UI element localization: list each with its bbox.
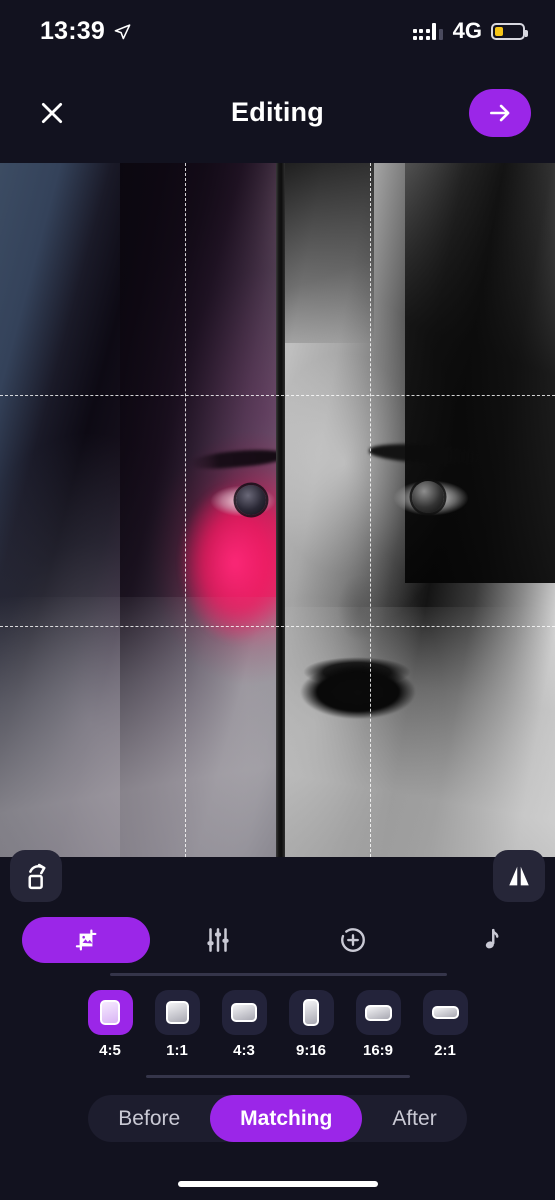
- add-circle-icon: [340, 928, 365, 952]
- ratio-label: 16:9: [362, 1042, 394, 1059]
- ratio-shape-icon: [422, 990, 468, 1035]
- divider-top: [110, 973, 447, 976]
- close-button[interactable]: [28, 89, 76, 137]
- image-crop-icon: [75, 929, 97, 951]
- arrow-right-icon: [490, 104, 510, 121]
- next-button[interactable]: [469, 88, 531, 137]
- ratio-option-4-5[interactable]: 4:5: [87, 990, 133, 1059]
- status-bar: 13:39 4G: [0, 0, 555, 62]
- compare-before[interactable]: Before: [88, 1095, 210, 1142]
- ratio-option-16-9[interactable]: 16:9: [355, 990, 401, 1059]
- tab-crop[interactable]: [22, 917, 150, 963]
- hair-shadow-right-top: [284, 163, 374, 343]
- battery-low-icon: [491, 22, 528, 40]
- compare-control-wrap: Before Matching After: [0, 1095, 555, 1142]
- tab-adjust[interactable]: [150, 917, 285, 963]
- split-handle[interactable]: [276, 163, 285, 857]
- lips: [290, 660, 425, 724]
- aspect-ratio-list: 4:5 1:1 4:3 9:16 16:9 2:1: [0, 990, 555, 1059]
- rotate-button[interactable]: [10, 850, 62, 902]
- nose-shadow: [330, 563, 390, 653]
- ratio-label: 1:1: [166, 1042, 188, 1059]
- location-arrow-icon: [114, 23, 131, 39]
- ratio-shape-icon: [355, 990, 401, 1035]
- status-time: 13:39: [40, 16, 105, 45]
- compare-segmented-control: Before Matching After: [88, 1095, 467, 1142]
- editor-header: Editing: [0, 62, 555, 163]
- flip-horizontal-icon: [509, 866, 529, 886]
- ratio-label: 4:5: [99, 1042, 121, 1059]
- music-note-icon: [485, 928, 498, 949]
- pupil-left: [236, 485, 266, 515]
- home-indicator: [177, 1181, 378, 1187]
- app-root: 13:39 4G Editing 4:5 1:1 4:3 9:16 16:9 2…: [0, 0, 555, 1200]
- status-bar-left: 13:39: [40, 17, 131, 46]
- compare-matching[interactable]: Matching: [210, 1095, 363, 1142]
- original-preview-half: [284, 163, 555, 857]
- rotate-icon: [28, 863, 46, 890]
- ratio-option-2-1[interactable]: 2:1: [422, 990, 468, 1059]
- tool-tabs: [0, 916, 555, 964]
- pupil-right: [412, 481, 444, 513]
- edited-preview-half: [0, 163, 305, 857]
- image-canvas[interactable]: [0, 163, 555, 857]
- sliders-icon: [206, 928, 229, 952]
- signal-dots-icon: [412, 22, 443, 40]
- ratio-shape-icon: [288, 990, 334, 1035]
- flip-button[interactable]: [493, 850, 545, 902]
- compare-after[interactable]: After: [362, 1095, 466, 1142]
- close-icon: [41, 102, 63, 123]
- ratio-label: 4:3: [233, 1042, 255, 1059]
- ratio-option-4-3[interactable]: 4:3: [221, 990, 267, 1059]
- network-type: 4G: [452, 18, 482, 43]
- ratio-shape-icon: [221, 990, 267, 1035]
- ratio-option-9-16[interactable]: 9:16: [288, 990, 334, 1059]
- tab-effects[interactable]: [285, 917, 420, 963]
- divider-bottom: [146, 1075, 410, 1078]
- ratio-shape-icon: [154, 990, 200, 1035]
- ratio-option-1-1[interactable]: 1:1: [154, 990, 200, 1059]
- ratio-label: 2:1: [434, 1042, 456, 1059]
- status-bar-right: 4G: [412, 18, 528, 44]
- ratio-shape-icon: [87, 990, 133, 1035]
- tab-music[interactable]: [420, 917, 555, 963]
- ratio-label: 9:16: [295, 1042, 327, 1059]
- shoulder-right: [284, 607, 555, 857]
